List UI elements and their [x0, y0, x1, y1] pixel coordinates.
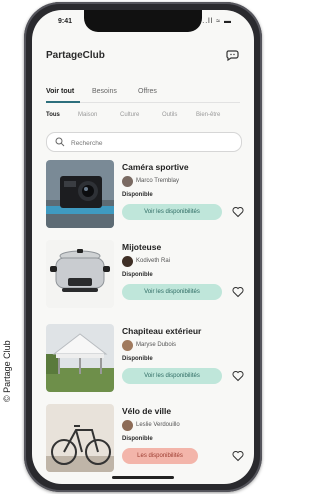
owner-name: Marco Tremblay — [136, 178, 180, 184]
chat-icon[interactable] — [226, 48, 240, 62]
item-title: Chapiteau extérieur — [122, 326, 202, 336]
avatar — [122, 420, 133, 431]
tab-offres[interactable]: Offres — [138, 88, 157, 95]
availability-status: Disponible — [122, 436, 153, 442]
avatar — [122, 340, 133, 351]
availability-status: Disponible — [122, 356, 153, 362]
owner-name: Maryse Dubois — [136, 342, 177, 348]
avatar — [122, 176, 133, 187]
active-tab-indicator — [46, 101, 80, 103]
chip-culture[interactable]: Culture — [120, 112, 139, 118]
phone-frame: 9:41 ..ll ≈ ▬ PartageClub Voir tout Beso… — [24, 2, 262, 492]
owner-name: Kodiveth Rai — [136, 258, 171, 264]
avatar — [122, 256, 133, 267]
list-item[interactable]: Vélo de ville Leslie Verdouillo Disponib… — [46, 404, 246, 480]
heart-icon[interactable] — [232, 450, 244, 462]
status-icons: ..ll ≈ ▬ — [202, 18, 232, 25]
search-input[interactable] — [69, 135, 233, 151]
status-bar: 9:41 ..ll ≈ ▬ — [32, 18, 254, 30]
availability-button[interactable]: Voir les disponibilités — [122, 204, 222, 220]
list-item[interactable]: Chapiteau extérieur Maryse Dubois Dispon… — [46, 324, 246, 400]
app-header: PartageClub — [46, 46, 240, 66]
heart-icon[interactable] — [232, 370, 244, 382]
tent-thumbnail — [46, 324, 114, 392]
tab-voir-tout[interactable]: Voir tout — [46, 88, 74, 95]
owner-name: Leslie Verdouillo — [136, 422, 180, 428]
chip-bien-etre[interactable]: Bien-être — [196, 112, 220, 118]
chip-outils[interactable]: Outils — [162, 112, 177, 118]
availability-status: Disponible — [122, 272, 153, 278]
item-title: Caméra sportive — [122, 162, 189, 172]
phone-screen: 9:41 ..ll ≈ ▬ PartageClub Voir tout Beso… — [32, 10, 254, 484]
photo-credit: © Partage Club — [2, 340, 12, 402]
home-indicator — [112, 476, 174, 479]
search-bar — [46, 132, 242, 152]
bicycle-thumbnail — [46, 404, 114, 472]
tab-besoins[interactable]: Besoins — [92, 88, 117, 95]
list-item[interactable]: Caméra sportive Marco Tremblay Disponibl… — [46, 160, 246, 236]
tab-bar: Voir tout Besoins Offres — [46, 86, 240, 103]
chip-maison[interactable]: Maison — [78, 112, 97, 118]
category-filter: Tous Maison Culture Outils Bien-être — [46, 112, 254, 124]
status-time: 9:41 — [58, 18, 73, 25]
heart-icon[interactable] — [232, 206, 244, 218]
search-icon — [55, 137, 65, 147]
availability-button[interactable]: Voir les disponibilités — [122, 284, 222, 300]
app-title: PartageClub — [46, 50, 105, 61]
list-item[interactable]: Mijoteuse Kodiveth Rai Disponible Voir l… — [46, 240, 246, 316]
camera-thumbnail — [46, 160, 114, 228]
heart-icon[interactable] — [232, 286, 244, 298]
availability-status: Disponible — [122, 192, 153, 198]
item-title: Mijoteuse — [122, 242, 162, 252]
availability-button[interactable]: Voir les disponibilités — [122, 368, 222, 384]
slow-cooker-thumbnail — [46, 240, 114, 308]
availability-button[interactable]: Les disponibilités — [122, 448, 198, 464]
item-title: Vélo de ville — [122, 406, 172, 416]
chip-tous[interactable]: Tous — [46, 112, 60, 118]
